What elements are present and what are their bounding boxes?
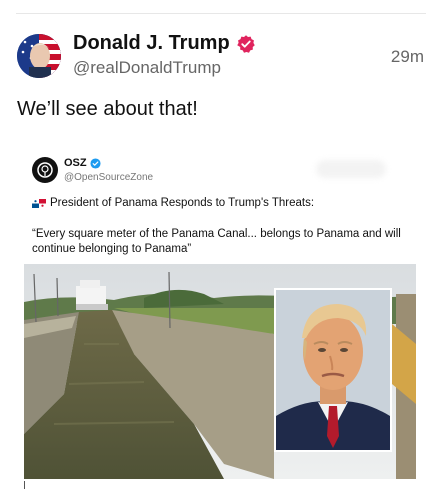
quoted-handle[interactable]: @OpenSourceZone (64, 172, 153, 183)
avatar-image (17, 34, 61, 78)
quoted-headline-text: President of Panama Responds to Trump's … (50, 197, 315, 209)
post-timestamp[interactable]: 29m (391, 47, 424, 67)
blurred-region (316, 160, 386, 178)
quoted-name[interactable]: OSZ (64, 157, 101, 169)
portrait-inset (274, 288, 392, 452)
quoted-headline: President of Panama Responds to Trump's … (32, 197, 314, 209)
quoted-post[interactable]: OSZ @OpenSourceZone President of Panama … (24, 148, 416, 494)
panama-flag-icon (32, 198, 46, 208)
top-divider (16, 13, 426, 14)
quoted-avatar[interactable] (32, 157, 58, 183)
quoted-name-text: OSZ (64, 157, 87, 169)
quoted-image[interactable] (24, 264, 416, 479)
display-name[interactable]: Donald J. Trump (73, 32, 256, 55)
osz-logo-icon (37, 162, 53, 178)
quoted-statement: “Every square meter of the Panama Canal.… (32, 228, 401, 255)
display-name-text: Donald J. Trump (73, 32, 230, 54)
bottom-marker (24, 481, 25, 489)
user-handle[interactable]: @realDonaldTrump (73, 58, 221, 78)
post-text: We’ll see about that! (17, 98, 198, 120)
verified-badge-icon (236, 34, 256, 54)
profile-avatar[interactable] (17, 34, 61, 78)
verified-check-icon (90, 157, 101, 169)
portrait-photo (276, 290, 390, 450)
